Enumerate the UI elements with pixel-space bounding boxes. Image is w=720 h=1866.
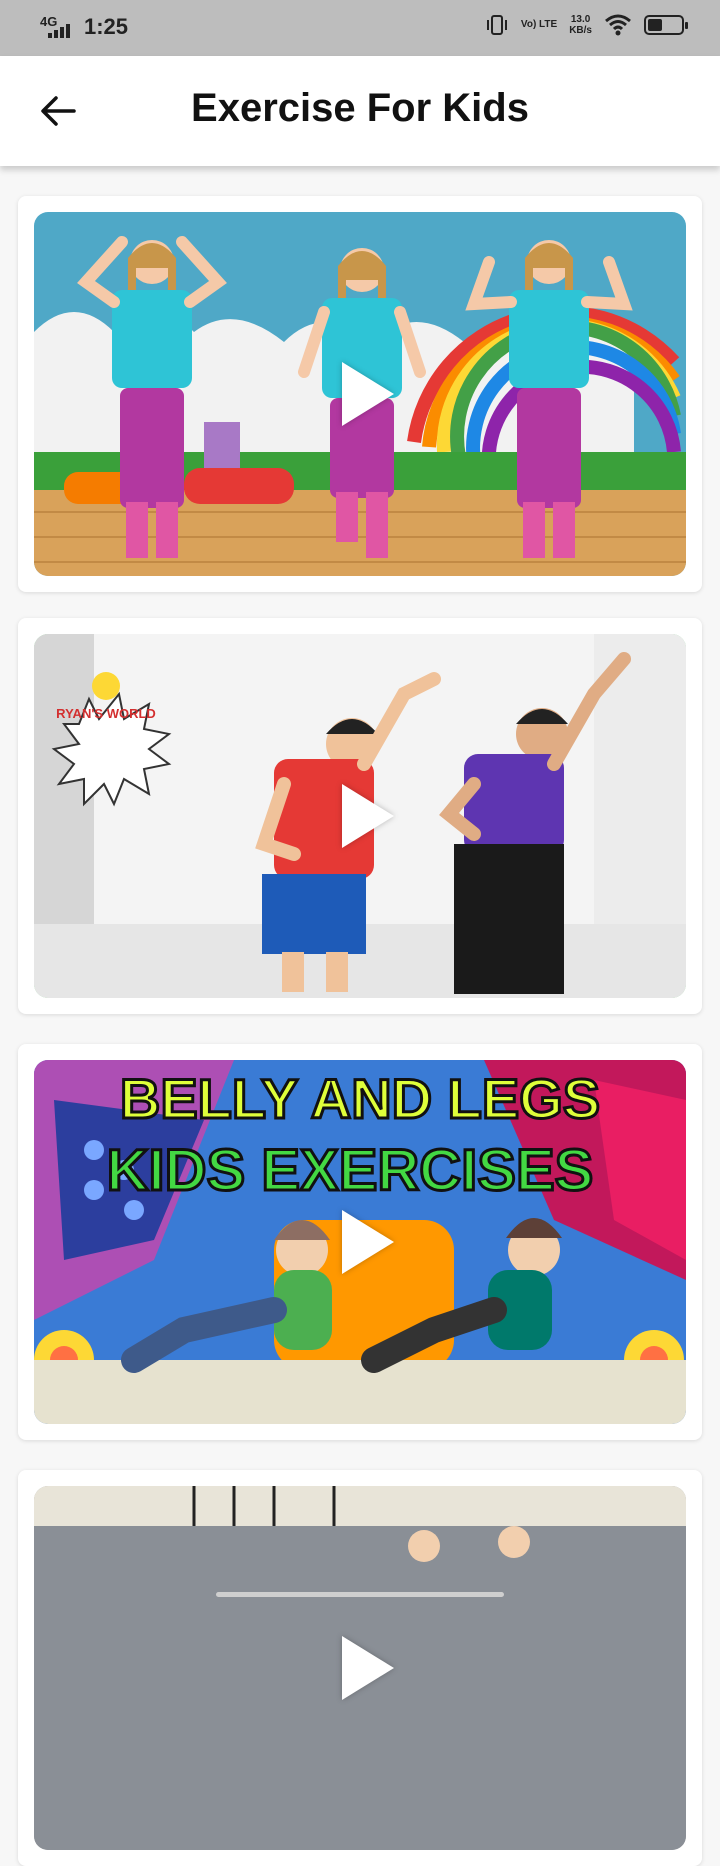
wifi-icon <box>605 14 631 36</box>
video-card[interactable]: BELLY AND LEGS KIDS EXERCISES <box>18 1044 702 1440</box>
battery-icon <box>644 15 688 35</box>
video-thumbnail[interactable] <box>34 1486 686 1850</box>
gesture-nav-bar[interactable] <box>216 1592 504 1597</box>
play-icon[interactable] <box>342 784 394 848</box>
speed-unit: KB/s <box>569 25 592 36</box>
video-card[interactable] <box>18 196 702 592</box>
status-bar: 4G 1:25 Vo) LTE 13.0 KB/s <box>0 0 720 56</box>
app-bar: Exercise For Kids <box>0 56 720 166</box>
video-card[interactable]: RYAN'S WORLD <box>18 618 702 1014</box>
page-title: Exercise For Kids <box>191 86 529 130</box>
play-icon[interactable] <box>342 362 394 426</box>
play-icon[interactable] <box>342 1636 394 1700</box>
speed-value: 13.0 <box>570 14 591 25</box>
video-thumbnail[interactable]: RYAN'S WORLD <box>34 634 686 998</box>
network-speed: 13.0 KB/s <box>569 14 592 36</box>
cell-signal-icon: 4G <box>40 14 74 40</box>
thumbnail-title-line2: KIDS EXERCISES <box>107 1138 594 1203</box>
video-card[interactable] <box>18 1470 702 1866</box>
battery-level <box>648 19 663 31</box>
channel-logo-text: RYAN'S WORLD <box>56 706 156 721</box>
clock: 1:25 <box>84 14 129 39</box>
thumbnail-title-line1: BELLY AND LEGS <box>120 1067 600 1130</box>
vibrate-icon <box>486 15 507 35</box>
video-thumbnail[interactable]: BELLY AND LEGS KIDS EXERCISES <box>34 1060 686 1424</box>
video-thumbnail[interactable] <box>34 212 686 576</box>
volte-label: Vo) LTE <box>520 19 558 30</box>
play-icon[interactable] <box>342 1210 394 1274</box>
